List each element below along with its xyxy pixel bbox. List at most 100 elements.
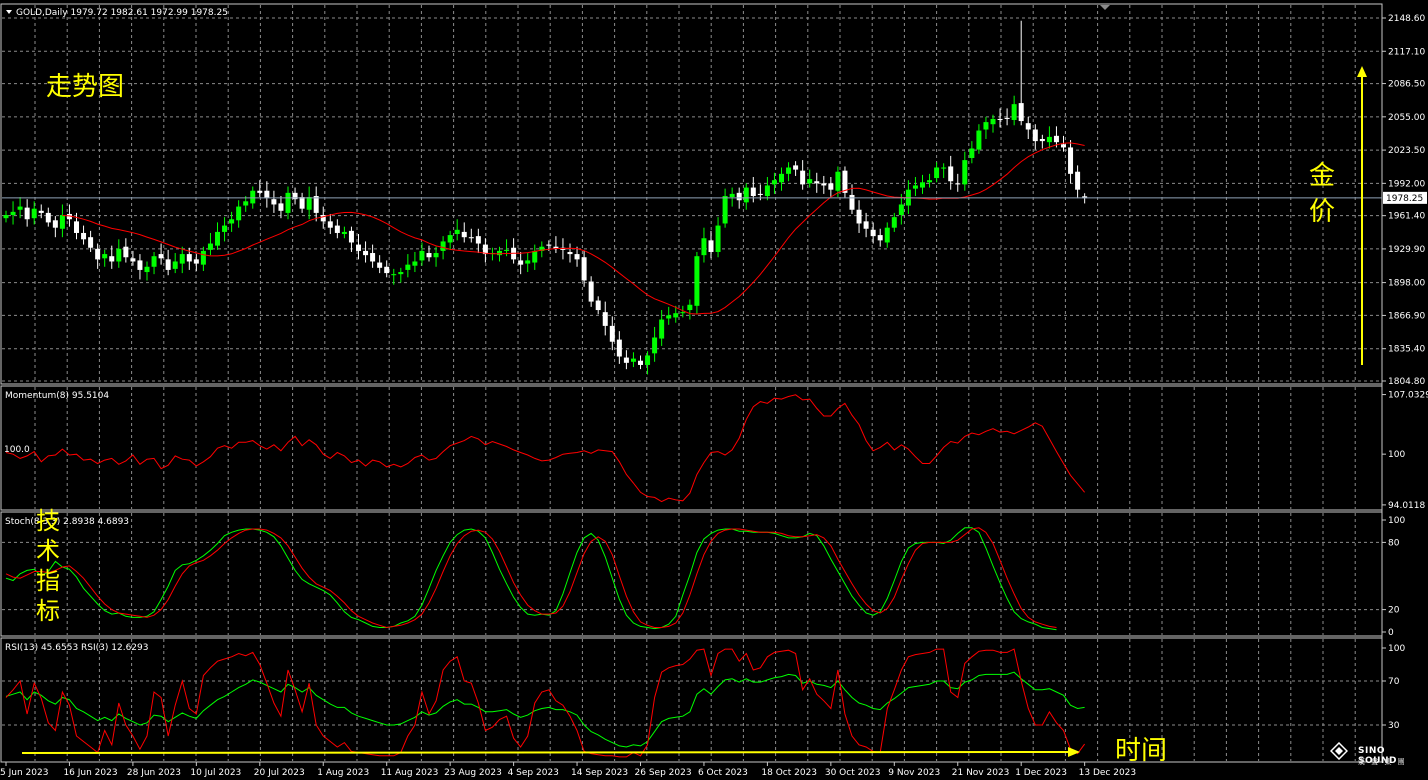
- candle-body: [863, 221, 869, 229]
- logo-subtitle: 漢 聲 集 團: [1358, 758, 1407, 766]
- y-tick-label: 1804.80: [1388, 377, 1425, 387]
- candle-body: [299, 197, 305, 209]
- candle-body: [130, 258, 136, 262]
- x-tick-label: 28 Jun 2023: [127, 768, 181, 778]
- candle-body: [1004, 117, 1010, 119]
- candle-body: [638, 360, 643, 365]
- candle-body: [941, 167, 947, 169]
- candle-body: [398, 272, 404, 275]
- candle-body: [708, 240, 714, 252]
- y-tick-label: 30: [1388, 721, 1400, 731]
- x-tick-label: 26 Sep 2023: [635, 768, 692, 778]
- candle-body: [927, 180, 933, 183]
- candle-body: [828, 183, 834, 190]
- candle-body: [1046, 136, 1052, 143]
- x-tick-label: 21 Nov 2023: [952, 768, 1010, 778]
- candle-body: [59, 215, 65, 229]
- y-tick-label: 1866.90: [1388, 311, 1425, 321]
- y-tick-label: 20: [1388, 606, 1400, 616]
- x-tick-label: 16 Jun 2023: [63, 768, 117, 778]
- candle-body: [630, 358, 636, 362]
- candle-body: [165, 259, 171, 270]
- candle-body: [433, 253, 439, 258]
- y-tick-label: 94.0118: [1388, 501, 1425, 511]
- candle-body: [856, 209, 862, 224]
- y-tick-label: 2086.50: [1388, 80, 1425, 90]
- trading-chart-window: 2148.60 2117.10 2086.50 2055.00 2023.50 1992.…: [0, 0, 1428, 780]
- chart-header-label: GOLD,Daily 1979.72 1982.61 1972.99 1978.…: [16, 8, 228, 18]
- candle-body: [1011, 104, 1017, 120]
- candle-body: [687, 304, 693, 311]
- candle-body: [1068, 147, 1074, 174]
- candle-body: [666, 315, 672, 319]
- y-tick-label: 2023.50: [1388, 146, 1425, 156]
- candle-body: [95, 248, 101, 260]
- y-tick-label: 1835.40: [1388, 345, 1425, 355]
- candle-body: [454, 229, 460, 235]
- candle-body: [475, 236, 481, 244]
- candle-body: [983, 122, 989, 130]
- candle-body: [285, 192, 291, 213]
- x-tick-label: 23 Aug 2023: [444, 768, 502, 778]
- candle-body: [969, 148, 975, 159]
- candle-body: [1039, 139, 1045, 142]
- candle-body: [807, 179, 813, 184]
- momentum-line: [5, 394, 1085, 503]
- candle-body: [1075, 171, 1081, 190]
- candle-body: [870, 229, 876, 237]
- candle-body: [186, 254, 192, 262]
- candle-body: [405, 264, 411, 270]
- candle-body: [102, 254, 108, 259]
- candle-body: [1018, 103, 1024, 122]
- candle-body: [821, 183, 827, 186]
- x-tick-label: 4 Sep 2023: [508, 768, 559, 778]
- candle-body: [426, 253, 432, 258]
- candle-body: [243, 201, 249, 206]
- candle-body: [898, 204, 904, 216]
- x-tick-label: 18 Oct 2023: [761, 768, 817, 778]
- panel-frame-0: [0, 3, 1383, 385]
- panel-frame-1: [0, 385, 1383, 511]
- candle-body: [764, 185, 770, 197]
- candle-body: [3, 215, 9, 219]
- candle-body: [363, 250, 369, 256]
- candle-body: [137, 260, 143, 270]
- candle-body: [52, 220, 58, 228]
- y-tick-label: 1992.00: [1388, 179, 1425, 189]
- candle-body: [673, 313, 679, 318]
- candle-body: [581, 257, 587, 281]
- y-tick-label: 100: [1388, 644, 1405, 654]
- candle-body: [786, 167, 792, 174]
- diamond-logo-icon: [1330, 742, 1348, 760]
- candle-body: [877, 235, 883, 241]
- candle-body: [10, 211, 16, 216]
- candle-body: [222, 225, 228, 232]
- candle-body: [750, 187, 756, 197]
- candle-body: [757, 193, 763, 195]
- candle-body: [948, 166, 954, 182]
- x-tick-label: 1 Aug 2023: [317, 768, 369, 778]
- candle-body: [384, 266, 390, 274]
- candle-body: [158, 254, 164, 259]
- candle-body: [1061, 144, 1066, 148]
- candle-body: [616, 339, 622, 357]
- y-tick-label: 80: [1388, 538, 1400, 548]
- y-tick-label: 107.0329: [1388, 391, 1428, 401]
- candle-body: [172, 261, 178, 269]
- candle-body: [193, 259, 199, 264]
- price-arrow-head-icon: [1357, 66, 1367, 77]
- candle-body: [271, 199, 277, 205]
- candle-body: [623, 357, 629, 363]
- candle-body: [412, 261, 418, 266]
- chart-canvas[interactable]: 2148.60 2117.10 2086.50 2055.00 2023.50 1992.…: [0, 0, 1428, 780]
- candle-body: [264, 190, 270, 199]
- y-tick-label: 70: [1388, 677, 1400, 687]
- candle-body: [779, 173, 784, 183]
- candle-body: [109, 256, 115, 262]
- y-tick-label: 1929.90: [1388, 245, 1425, 255]
- candle-body: [447, 235, 453, 243]
- candle-body: [200, 250, 206, 265]
- candle-body: [955, 183, 961, 185]
- candle-body: [645, 355, 651, 365]
- rsi-3-line: [5, 648, 1086, 758]
